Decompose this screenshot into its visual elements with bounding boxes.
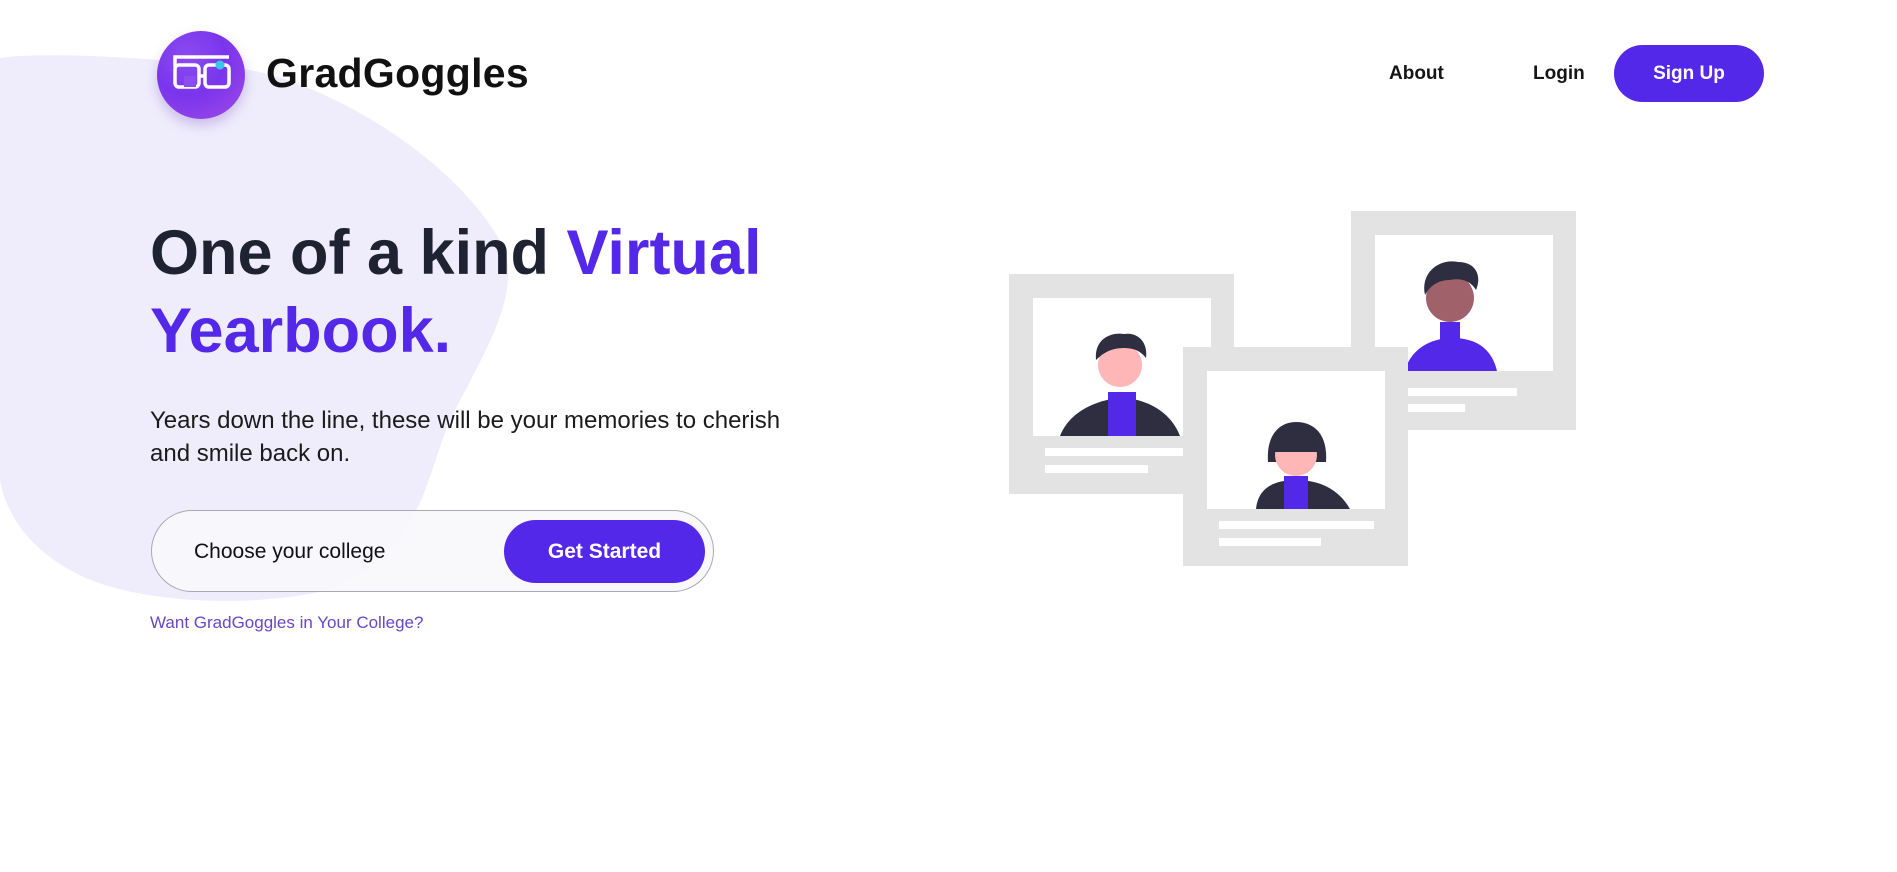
- nav-about-link[interactable]: About: [1389, 63, 1444, 85]
- signup-button[interactable]: Sign Up: [1614, 45, 1764, 102]
- hero-headline: One of a kind Virtual Yearbook.: [150, 214, 850, 370]
- brand-logo[interactable]: [157, 31, 245, 119]
- hero-subtext: Years down the line, these will be your …: [150, 407, 781, 467]
- profile-card-center: [1183, 347, 1408, 566]
- nav-login-link[interactable]: Login: [1533, 63, 1585, 85]
- college-search-bar: Get Started: [151, 510, 714, 592]
- yearbook-illustration: [1009, 211, 1576, 566]
- headline-text: One of a kind: [150, 218, 567, 288]
- get-started-button[interactable]: Get Started: [504, 520, 705, 583]
- brand-name[interactable]: GradGoggles: [266, 50, 529, 97]
- college-select-input[interactable]: [192, 533, 496, 571]
- goggles-logo-icon: [173, 55, 231, 89]
- request-college-link[interactable]: Want GradGoggles in Your College?: [150, 613, 423, 633]
